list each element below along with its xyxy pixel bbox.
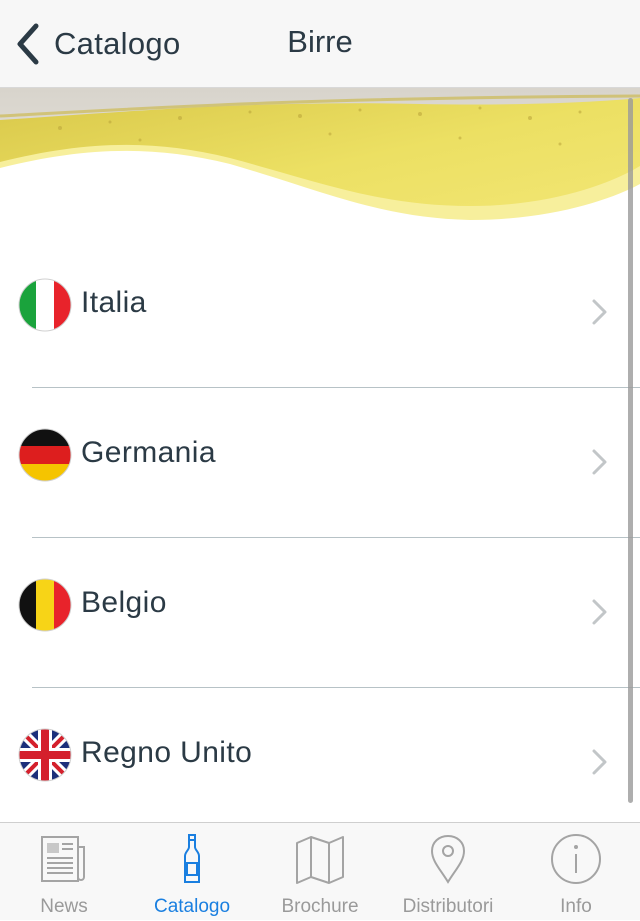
bottle-icon bbox=[184, 834, 200, 883]
list-item-label: Italia bbox=[81, 286, 147, 319]
list-item-label: Regno Unito bbox=[81, 736, 253, 769]
header-banner-image bbox=[0, 88, 640, 238]
location-pin-icon bbox=[430, 834, 466, 884]
tab-bar: News Catalogo Brochure Distributori Info bbox=[0, 822, 640, 920]
newspaper-icon bbox=[41, 836, 85, 882]
italy-flag-icon bbox=[18, 278, 72, 332]
list-item-germania[interactable]: Germania bbox=[0, 388, 640, 538]
tab-info[interactable]: Info bbox=[512, 823, 640, 921]
tab-label: Brochure bbox=[281, 896, 359, 917]
list-item-label: Germania bbox=[81, 436, 216, 469]
chevron-right-icon bbox=[592, 749, 607, 775]
scrollbar[interactable] bbox=[628, 98, 633, 803]
map-icon bbox=[296, 836, 344, 884]
tab-brochure[interactable]: Brochure bbox=[256, 823, 384, 921]
uk-flag-icon bbox=[18, 728, 72, 782]
info-icon bbox=[551, 834, 601, 884]
chevron-right-icon bbox=[592, 299, 607, 325]
page-title: Birre bbox=[287, 24, 353, 59]
tab-distributori[interactable]: Distributori bbox=[384, 823, 512, 921]
chevron-right-icon bbox=[592, 449, 607, 475]
belgium-flag-icon bbox=[18, 578, 72, 632]
tab-label: News bbox=[40, 896, 88, 917]
list-item-regno-unito[interactable]: Regno Unito bbox=[0, 688, 640, 838]
list-item-label: Belgio bbox=[81, 586, 167, 619]
chevron-right-icon bbox=[592, 599, 607, 625]
country-list: Italia Germania Belgio Regno Unito bbox=[0, 238, 640, 838]
navigation-bar: Catalogo Birre bbox=[0, 0, 640, 88]
list-item-italia[interactable]: Italia bbox=[0, 238, 640, 388]
tab-news[interactable]: News bbox=[0, 823, 128, 921]
tab-label: Info bbox=[560, 896, 592, 917]
tab-label: Distributori bbox=[402, 896, 494, 917]
tab-label: Catalogo bbox=[153, 896, 231, 917]
germany-flag-icon bbox=[18, 428, 72, 482]
tab-catalogo[interactable]: Catalogo bbox=[128, 823, 256, 921]
list-item-belgio[interactable]: Belgio bbox=[0, 538, 640, 688]
